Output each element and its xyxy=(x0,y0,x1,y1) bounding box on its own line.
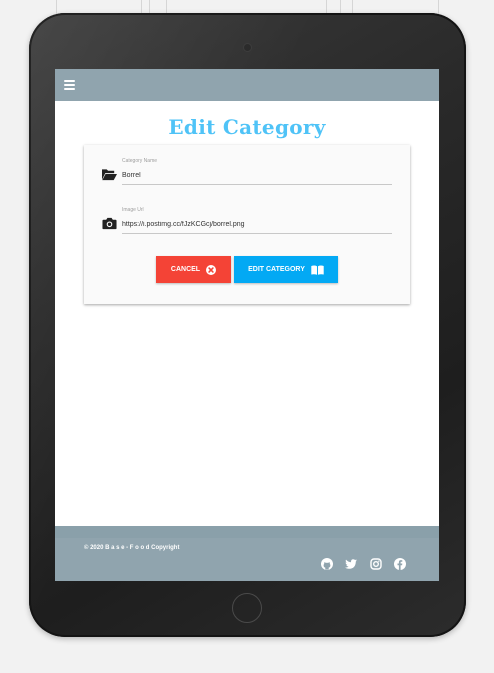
cancel-button-label: CANCEL xyxy=(170,266,201,273)
camera-icon xyxy=(102,217,117,230)
home-button[interactable] xyxy=(232,593,262,623)
github-icon[interactable] xyxy=(321,558,333,570)
cancel-button[interactable]: CANCEL xyxy=(156,256,231,283)
twitter-icon[interactable] xyxy=(345,558,357,570)
times-circle-icon xyxy=(206,264,217,275)
page-footer: © 2020 B a s e - F o o d Copyright xyxy=(55,526,439,581)
edit-category-button-label: EDIT CATEGORY xyxy=(248,266,305,273)
menu-icon[interactable] xyxy=(64,80,75,90)
image-url-input[interactable] xyxy=(122,218,392,230)
folder-open-icon xyxy=(102,169,117,181)
edit-category-button[interactable]: EDIT CATEGORY xyxy=(234,256,338,283)
image-url-label: Image Url xyxy=(122,207,144,213)
page-title: Edit Category xyxy=(168,115,326,139)
instagram-icon[interactable] xyxy=(370,558,382,570)
category-name-label: Category Name xyxy=(122,158,158,164)
copyright-text: © 2020 B a s e - F o o d Copyright xyxy=(84,545,180,551)
book-open-icon xyxy=(311,265,324,275)
top-navbar xyxy=(55,69,439,101)
app-screen: Edit Category Category Name Image Url CA… xyxy=(55,69,439,581)
facebook-icon[interactable] xyxy=(394,558,406,570)
camera-dot xyxy=(243,43,252,52)
category-name-input[interactable] xyxy=(122,169,392,181)
edit-category-form: Category Name Image Url CANCEL EDIT CATE… xyxy=(84,145,410,304)
